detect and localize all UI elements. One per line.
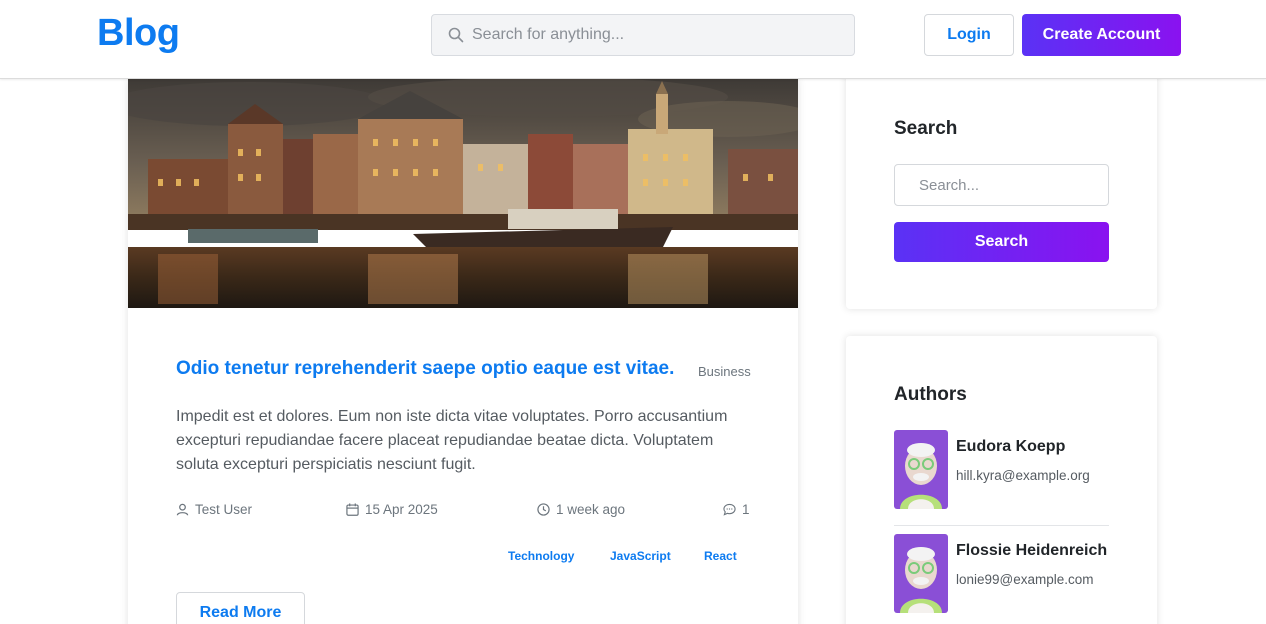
sidebar-search-card: Search Search [846, 66, 1157, 309]
clock-icon [537, 503, 550, 516]
post-relative-time: 1 week ago [537, 502, 625, 517]
header-search[interactable] [431, 14, 855, 56]
search-icon [448, 27, 464, 43]
login-button[interactable]: Login [924, 14, 1014, 56]
author-item[interactable]: Eudora Koepp hill.kyra@example.org [894, 430, 1109, 510]
author-item[interactable]: Flossie Heidenreich lonie99@example.com [894, 534, 1109, 614]
post-card: Odio tenetur reprehenderit saepe optio e… [128, 79, 798, 624]
calendar-icon [346, 503, 359, 516]
tag-link[interactable]: Technology [508, 549, 574, 563]
post-category[interactable]: Business [698, 364, 751, 379]
post-comments[interactable]: 1 [723, 502, 750, 517]
post-author: Test User [176, 502, 252, 517]
avatar [894, 534, 948, 613]
author-name[interactable]: Eudora Koepp [956, 438, 1065, 456]
author-email: lonie99@example.com [956, 572, 1094, 587]
read-more-button[interactable]: Read More [176, 592, 305, 624]
sidebar-search-heading: Search [894, 118, 958, 139]
comment-icon [723, 503, 736, 516]
sidebar-authors-card: Authors Eudora Koepp hill.kyra@example.o… [846, 336, 1157, 624]
author-name[interactable]: Flossie Heidenreich [956, 542, 1107, 560]
sidebar-search-button[interactable]: Search [894, 222, 1109, 262]
avatar [894, 430, 948, 509]
user-icon [176, 503, 189, 516]
post-date-value: 15 Apr 2025 [365, 502, 438, 517]
header-search-input[interactable] [472, 26, 832, 44]
post-cover-image[interactable] [128, 79, 798, 308]
post-excerpt: Impedit est et dolores. Eum non iste dic… [176, 408, 728, 473]
post-date: 15 Apr 2025 [346, 502, 438, 517]
post-author-name: Test User [195, 502, 253, 517]
tag-link[interactable]: JavaScript [610, 549, 671, 563]
post-title[interactable]: Odio tenetur reprehenderit saepe optio e… [176, 358, 674, 380]
top-navbar: Blog Login Create Account [0, 0, 1266, 79]
divider [894, 525, 1109, 526]
create-account-button[interactable]: Create Account [1022, 14, 1181, 56]
sidebar-search-input[interactable] [894, 164, 1109, 206]
post-comment-count: 1 [742, 502, 750, 517]
sidebar-authors-heading: Authors [894, 384, 967, 405]
tag-link[interactable]: React [704, 549, 737, 563]
logo[interactable]: Blog [97, 12, 180, 55]
post-relative-time-value: 1 week ago [556, 502, 626, 517]
author-email: hill.kyra@example.org [956, 468, 1090, 483]
